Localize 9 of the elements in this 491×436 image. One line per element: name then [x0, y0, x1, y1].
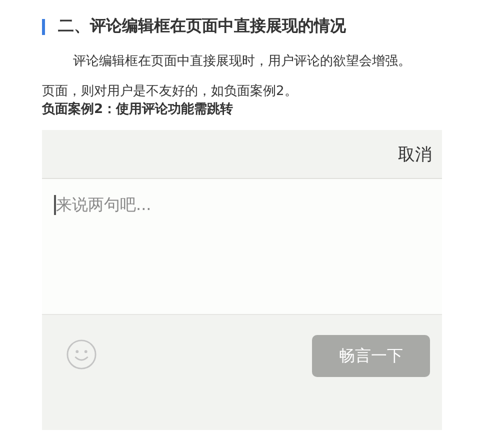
- smiley-icon[interactable]: [66, 339, 97, 370]
- cancel-button[interactable]: 取消: [398, 142, 432, 166]
- heading-accent-bar: [42, 18, 45, 34]
- section-heading: 二、评论编辑框在页面中直接展现的情况: [58, 16, 346, 37]
- comment-input-field[interactable]: 来说两句吧...: [42, 179, 442, 315]
- paragraph-line: 评论编辑框在页面中直接展现时，用户评论的欲望会增强。: [73, 53, 412, 71]
- text-cursor: [54, 195, 56, 215]
- figure-caption: 负面案例2：使用评论功能需跳转: [42, 101, 234, 118]
- paragraph-line: 页面，则对用户是不友好的，如负面案例2。: [42, 83, 298, 101]
